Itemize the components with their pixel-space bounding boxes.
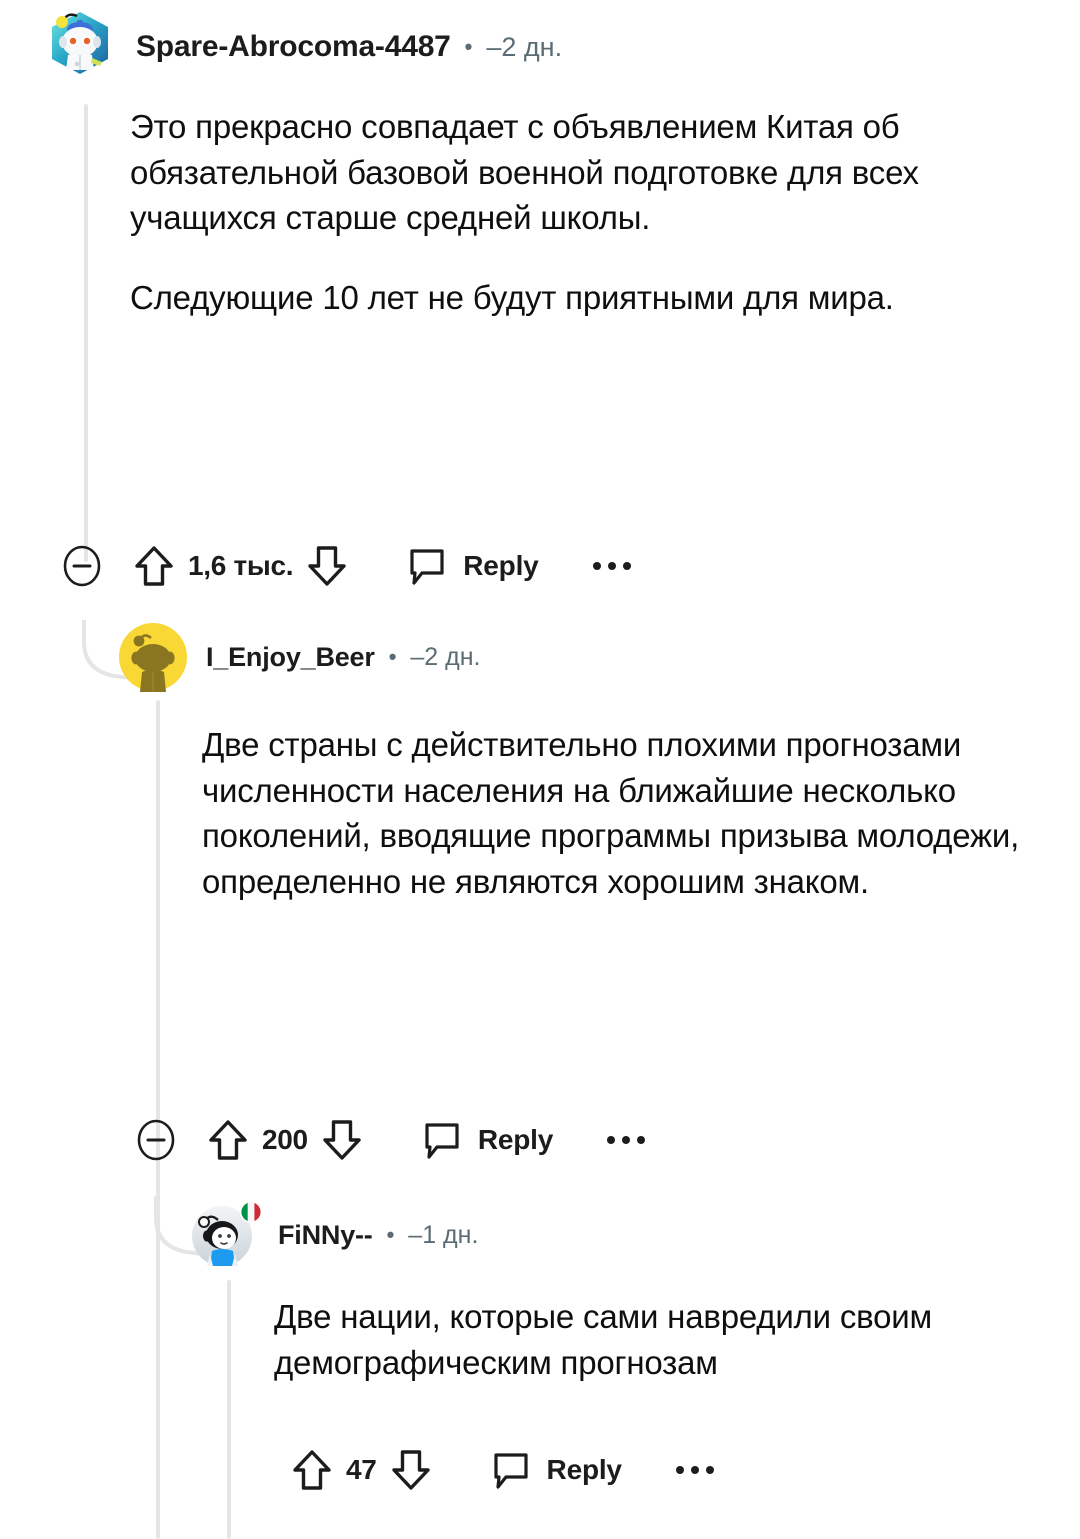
more-options-button-3[interactable] — [668, 1447, 722, 1493]
comment-paragraph: Это прекрасно совпадает с объявлением Ки… — [130, 108, 919, 237]
downvote-arrow-icon[interactable] — [385, 1444, 437, 1496]
overflow-dots-icon — [607, 1136, 646, 1144]
comment-timestamp-1: –2 дн. — [486, 31, 563, 62]
upvote-arrow-icon[interactable] — [202, 1114, 254, 1166]
thread-line-level-3[interactable] — [227, 1280, 231, 1539]
comment-bubble-icon — [420, 1118, 464, 1162]
meta-separator-1: • — [464, 34, 473, 59]
comment-bubble-icon — [489, 1448, 533, 1492]
snoo-avatar-italy-flag[interactable] — [190, 1198, 262, 1272]
comment-score-1: 1,6 тыс. — [188, 550, 294, 581]
meta-separator-3: • — [386, 1222, 395, 1247]
comment-username-2[interactable]: I_Enjoy_Beer — [206, 642, 375, 673]
overflow-dots-icon — [675, 1466, 714, 1474]
comment-header-2: I_Enjoy_Beer • –2 дн. — [118, 622, 480, 692]
collapse-thread-button[interactable] — [130, 1114, 182, 1166]
upvote-arrow-icon[interactable] — [286, 1444, 338, 1496]
comment-actions-3: 47 Reply — [286, 1444, 722, 1496]
comment-actions-2: 200 Reply — [130, 1114, 653, 1166]
comment-username-3[interactable]: FiNNy-- — [278, 1220, 373, 1251]
comment-score-3: 47 — [346, 1454, 377, 1485]
comment-thread: Spare-Abrocoma-4487 • –2 дн. Это прекрас… — [0, 0, 1080, 1539]
comment-score-2: 200 — [262, 1124, 308, 1155]
comment-timestamp-3: –1 дн. — [408, 1220, 479, 1249]
reply-button-3[interactable]: Reply — [489, 1448, 622, 1492]
comment-header-3: FiNNy-- • –1 дн. — [190, 1198, 478, 1272]
comment-bubble-icon — [405, 544, 449, 588]
more-options-button-1[interactable] — [585, 543, 639, 589]
comment-paragraph: Следующие 10 лет не будут приятными для … — [130, 278, 894, 316]
reply-label-3: Reply — [546, 1454, 622, 1485]
reply-label-1: Reply — [463, 550, 539, 581]
more-options-button-2[interactable] — [599, 1117, 653, 1163]
comment-timestamp-2: –2 дн. — [410, 642, 481, 671]
meta-separator-2: • — [388, 644, 397, 669]
comment-body-3: Две нации, которые сами навредили своим … — [274, 1294, 1044, 1385]
vote-group-2: 200 — [202, 1114, 368, 1166]
upvote-arrow-icon[interactable] — [128, 540, 180, 592]
reply-button-1[interactable]: Reply — [405, 544, 539, 588]
overflow-dots-icon — [592, 562, 631, 570]
thread-line-level-1[interactable] — [84, 104, 88, 562]
comment-body-1: Это прекрасно совпадает с объявлением Ки… — [130, 104, 1030, 320]
reply-button-2[interactable]: Reply — [420, 1118, 553, 1162]
comment-paragraph: Две нации, которые сами навредили своим … — [274, 1298, 932, 1381]
comment-header-1: Spare-Abrocoma-4487 • –2 дн. — [44, 8, 562, 86]
nft-hex-snoo-avatar[interactable] — [44, 8, 116, 86]
yellow-snoo-avatar[interactable] — [118, 622, 188, 692]
comment-body-2: Две страны с действительно плохими прогн… — [202, 722, 1032, 904]
collapse-thread-button[interactable] — [56, 540, 108, 592]
vote-group-3: 47 — [286, 1444, 437, 1496]
comment-actions-1: 1,6 тыс. Reply — [56, 540, 639, 592]
downvote-arrow-icon[interactable] — [301, 540, 353, 592]
vote-group-1: 1,6 тыс. — [128, 540, 353, 592]
comment-username-1[interactable]: Spare-Abrocoma-4487 — [136, 30, 451, 64]
comment-paragraph: Две страны с действительно плохими прогн… — [202, 726, 1020, 900]
reply-label-2: Reply — [477, 1124, 554, 1155]
downvote-arrow-icon[interactable] — [316, 1114, 368, 1166]
